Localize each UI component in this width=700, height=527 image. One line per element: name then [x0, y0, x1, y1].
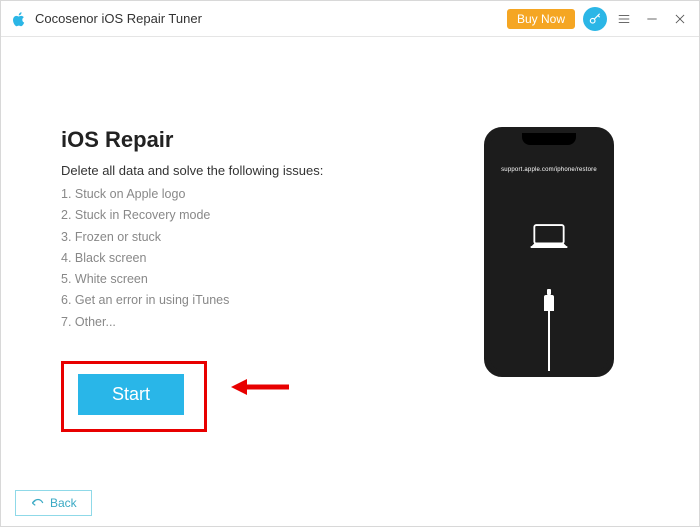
left-column: iOS Repair Delete all data and solve the… — [61, 127, 459, 470]
arrow-annotation-icon — [231, 377, 291, 397]
back-arrow-icon — [30, 497, 44, 509]
right-column: support.apple.com/iphone/restore — [459, 127, 639, 470]
key-icon-button[interactable] — [583, 7, 607, 31]
page-subheading: Delete all data and solve the following … — [61, 163, 459, 178]
phone-notch — [522, 133, 576, 145]
cable-line — [548, 311, 550, 371]
menu-icon[interactable] — [613, 8, 635, 30]
app-logo-icon — [9, 9, 29, 29]
buy-now-button[interactable]: Buy Now — [507, 9, 575, 29]
minimize-icon[interactable] — [641, 8, 663, 30]
list-item: 5. White screen — [61, 269, 459, 290]
close-icon[interactable] — [669, 8, 691, 30]
phone-restore-text: support.apple.com/iphone/restore — [501, 167, 597, 173]
back-button[interactable]: Back — [15, 490, 92, 516]
phone-illustration: support.apple.com/iphone/restore — [484, 127, 614, 377]
page-heading: iOS Repair — [61, 127, 459, 153]
issues-list: 1. Stuck on Apple logo 2. Stuck in Recov… — [61, 184, 459, 333]
list-item: 3. Frozen or stuck — [61, 227, 459, 248]
phone-screen: support.apple.com/iphone/restore — [490, 133, 608, 371]
footer: Back — [15, 490, 92, 516]
list-item: 6. Get an error in using iTunes — [61, 290, 459, 311]
titlebar: Cocosenor iOS Repair Tuner Buy Now — [1, 1, 699, 37]
cable-icon — [544, 295, 554, 371]
laptop-icon — [527, 221, 571, 258]
cable-plug — [544, 295, 554, 311]
main-content: iOS Repair Delete all data and solve the… — [1, 37, 699, 470]
list-item: 7. Other... — [61, 312, 459, 333]
start-highlight-box: Start — [61, 361, 207, 432]
back-label: Back — [50, 496, 77, 510]
list-item: 2. Stuck in Recovery mode — [61, 205, 459, 226]
app-window: Cocosenor iOS Repair Tuner Buy Now iOS R… — [0, 0, 700, 527]
list-item: 4. Black screen — [61, 248, 459, 269]
app-title: Cocosenor iOS Repair Tuner — [35, 11, 202, 26]
start-button[interactable]: Start — [78, 374, 184, 415]
list-item: 1. Stuck on Apple logo — [61, 184, 459, 205]
